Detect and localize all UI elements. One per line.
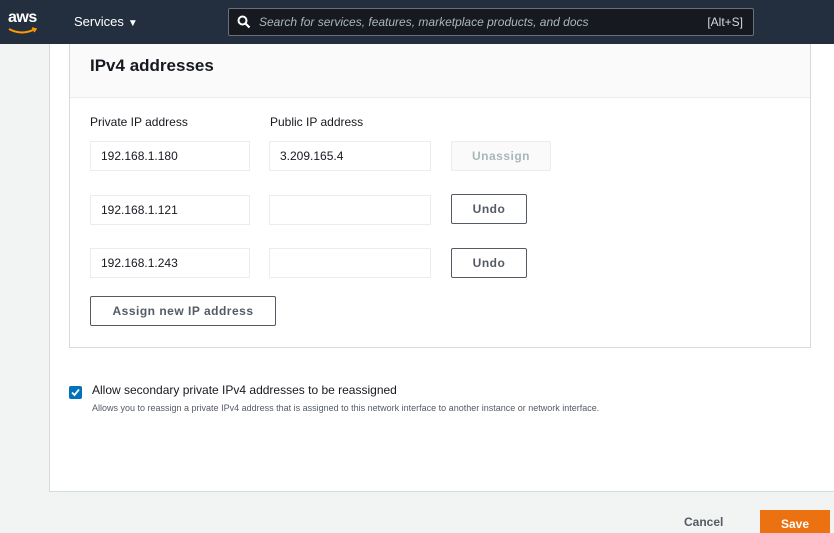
public-ip-field-1[interactable] [269,141,431,171]
services-label: Services [74,14,124,29]
caret-down-icon: ▼ [127,18,138,29]
ipv4-header: IPv4 addresses [70,44,810,98]
public-ip-column-label: Public IP address [270,115,364,129]
unassign-button[interactable]: Unassign [451,141,551,171]
undo-button-1[interactable]: Undo [451,194,527,224]
search-input[interactable] [259,12,659,32]
checkmark-icon [71,388,80,397]
search-bar[interactable]: [Alt+S] [228,8,754,36]
services-menu[interactable]: Services ▼ [74,14,138,29]
reassign-label: Allow secondary private IPv4 addresses t… [92,383,397,397]
private-ip-field-3[interactable] [90,248,250,278]
assign-new-ip-button[interactable]: Assign new IP address [90,296,276,326]
private-ip-field-1[interactable] [90,141,250,171]
aws-logo[interactable]: aws [6,9,42,35]
public-ip-field-3[interactable] [269,248,431,278]
private-ip-field-2[interactable] [90,195,250,225]
private-ip-column-label: Private IP address [90,115,188,129]
search-shortcut: [Alt+S] [707,15,743,29]
save-button[interactable]: Save [760,510,830,533]
ipv4-title: IPv4 addresses [90,56,214,75]
top-nav: aws Services▼ [Alt+S] [0,0,834,44]
reassign-description: Allows you to reassign a private IPv4 ad… [92,403,600,413]
search-icon [237,15,251,29]
aws-logo-text: aws [8,9,37,26]
cancel-button[interactable]: Cancel [684,515,723,529]
public-ip-field-2[interactable] [269,195,431,225]
ipv4-addresses-container: IPv4 addresses Private IP address Public… [69,44,811,348]
undo-button-2[interactable]: Undo [451,248,527,278]
aws-smile-icon [8,27,38,34]
reassign-checkbox[interactable] [69,386,82,399]
